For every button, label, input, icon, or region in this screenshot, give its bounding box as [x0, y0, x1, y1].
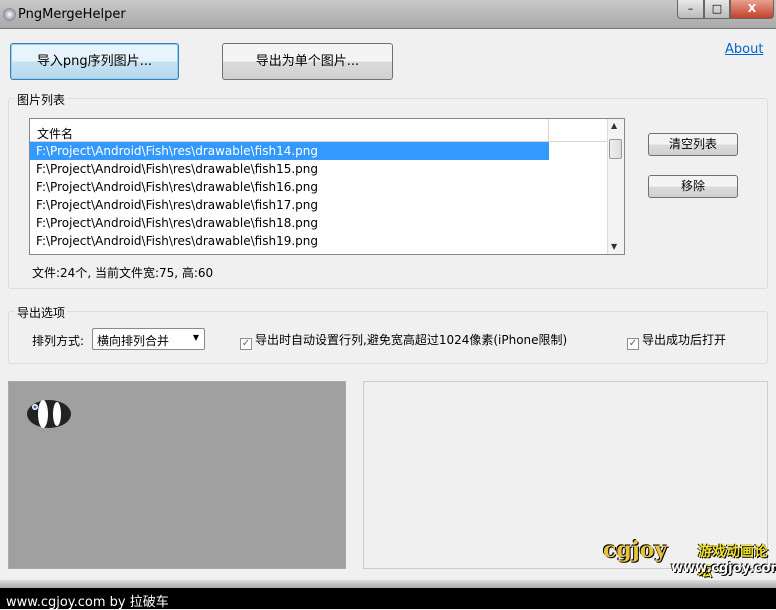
window-bottom-border: [0, 580, 776, 588]
image-list-group-label: 图片列表: [15, 91, 68, 108]
list-item[interactable]: F:\Project\Android\Fish\res\drawable\fis…: [30, 214, 549, 232]
arrange-select[interactable]: 横向排列合并 ▼: [92, 328, 205, 350]
column-header-label: 文件名: [37, 127, 74, 141]
import-png-button[interactable]: 导入png序列图片...: [10, 43, 179, 80]
file-list[interactable]: 文件名 F:\Project\Android\Fish\res\drawable…: [29, 118, 625, 255]
list-item[interactable]: F:\Project\Android\Fish\res\drawable\fis…: [30, 160, 549, 178]
arrange-label: 排列方式:: [32, 334, 85, 348]
auto-layout-label: 导出时自动设置行列,避免宽高超过1024像素(iPhone限制): [255, 333, 568, 347]
dropdown-arrow-icon: ▼: [192, 333, 199, 342]
checkmark-icon: ✓: [240, 338, 252, 350]
fish-sprite-image: [27, 400, 71, 428]
export-options-group-label: 导出选项: [15, 304, 68, 321]
clear-list-button[interactable]: 清空列表: [648, 133, 738, 156]
list-scrollbar[interactable]: ▲ ▼: [607, 119, 624, 254]
about-link[interactable]: About: [725, 42, 763, 57]
checkmark-icon: ✓: [627, 338, 639, 350]
app-icon: [3, 8, 16, 21]
open-after-export-label: 导出成功后打开: [642, 333, 727, 347]
cgjoy-watermark-logo: cgjoy 游戏动画论坛 www.cgjoy.com: [603, 535, 776, 580]
scroll-up-arrow-icon[interactable]: ▲: [611, 121, 617, 130]
auto-layout-checkbox[interactable]: ✓ 导出时自动设置行列,避免宽高超过1024像素(iPhone限制): [240, 331, 567, 350]
footer-caption: www.cgjoy.com by 拉破车: [0, 588, 776, 610]
watermark-url: www.cgjoy.com: [671, 561, 776, 576]
column-header-filename[interactable]: 文件名: [30, 119, 624, 142]
list-item[interactable]: F:\Project\Android\Fish\res\drawable\fis…: [30, 232, 549, 250]
list-item[interactable]: F:\Project\Android\Fish\res\drawable\fis…: [30, 196, 549, 214]
preview-panel: [8, 381, 346, 569]
close-button[interactable]: X: [730, 0, 774, 19]
title-bar: PngMergeHelper – □ X: [0, 0, 776, 29]
minimize-button[interactable]: –: [677, 0, 704, 19]
logo-mark: cgjoy: [603, 537, 668, 563]
open-after-export-checkbox[interactable]: ✓ 导出成功后打开: [627, 331, 726, 350]
scroll-down-arrow-icon[interactable]: ▼: [611, 242, 617, 251]
arrange-select-value: 横向排列合并: [97, 334, 170, 348]
list-item[interactable]: F:\Project\Android\Fish\res\drawable\fis…: [30, 178, 549, 196]
window-title: PngMergeHelper: [18, 7, 126, 22]
file-status: 文件:24个, 当前文件宽:75, 高:60: [32, 266, 214, 280]
remove-button[interactable]: 移除: [648, 175, 738, 198]
list-item[interactable]: F:\Project\Android\Fish\res\drawable\fis…: [30, 142, 549, 160]
maximize-button[interactable]: □: [704, 0, 730, 19]
export-single-button[interactable]: 导出为单个图片...: [222, 43, 393, 80]
scroll-thumb[interactable]: [609, 139, 622, 159]
